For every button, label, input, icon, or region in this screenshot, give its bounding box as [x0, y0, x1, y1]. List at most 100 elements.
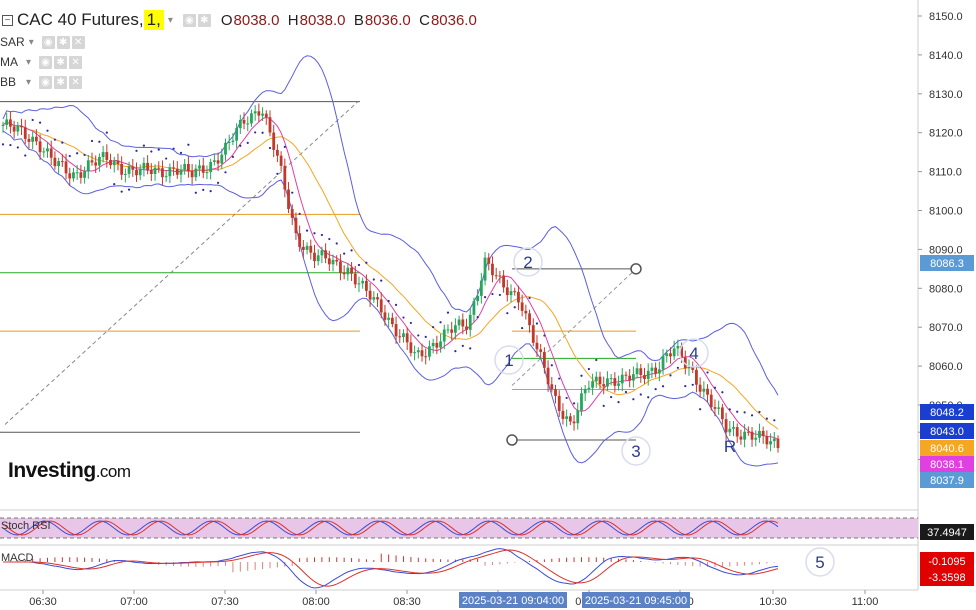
investing-logo: Investing.com [8, 459, 131, 483]
stoch-rsi-label[interactable]: Stoch RSI [1, 520, 51, 532]
candle-body [398, 336, 402, 338]
candle-body [235, 128, 239, 141]
interval-badge[interactable]: 1, [143, 10, 164, 30]
candle-body [724, 419, 728, 433]
sar-dot [587, 367, 590, 371]
eye-icon[interactable]: ◉ [41, 35, 55, 49]
sar-dot [9, 143, 12, 147]
sar-dot [76, 152, 79, 155]
macd-value: -0.1095 [928, 556, 965, 568]
indicator-sar[interactable]: SAR ▾ ◉ ✱ ✕ [0, 35, 85, 49]
open-key: O [220, 11, 233, 29]
eye-icon[interactable]: ◉ [182, 13, 196, 27]
candle-body [168, 167, 172, 177]
price-flag-label: 8038.1 [930, 459, 964, 471]
sar-dot [224, 171, 227, 174]
wave-label-R: R [724, 437, 736, 456]
candle-body [698, 384, 702, 392]
settings-icon[interactable]: ✱ [197, 13, 211, 27]
chevron-down-icon[interactable]: ▾ [26, 77, 31, 88]
settings-icon[interactable]: ✱ [54, 55, 68, 69]
candle-body [405, 333, 409, 343]
x-tick-label: 10:30 [759, 596, 787, 608]
y-tick-label: 8090.0 [929, 244, 963, 256]
open-value: 8038.0 [233, 11, 280, 29]
candle-body [283, 165, 287, 190]
settings-icon[interactable]: ✱ [54, 75, 68, 89]
sar-dot [765, 417, 768, 420]
collapse-legend-icon[interactable]: − [2, 14, 13, 26]
sar-dot [268, 146, 272, 150]
candle-body [290, 208, 294, 218]
y-tick-label: 8080.0 [929, 283, 963, 295]
chevron-down-icon[interactable]: ▾ [29, 37, 34, 48]
sar-dot [417, 334, 420, 337]
bid-value: 8036.0 [364, 11, 411, 29]
price-chart[interactable]: 8150.0 8140.0 8130.0 8120.0 8110.0 8100.0 8090… [0, 0, 976, 610]
candle-body [758, 430, 761, 438]
candle-body [717, 407, 721, 409]
candle-body [428, 346, 431, 357]
candle-body [531, 325, 535, 343]
candle-body [175, 168, 179, 175]
sar-dot [654, 388, 657, 391]
candle-body [483, 257, 487, 281]
sar-dot [706, 371, 709, 374]
candle-body [528, 313, 531, 326]
indicator-ma[interactable]: MA ▾ ◉ ✱ ✕ [0, 55, 83, 69]
candle-body [746, 431, 750, 433]
candle-body [142, 162, 146, 169]
candle-body [164, 176, 168, 178]
chevron-down-icon[interactable]: ▾ [26, 57, 31, 68]
eye-icon[interactable]: ◉ [39, 55, 53, 69]
candle-body [706, 388, 709, 395]
candle-body [60, 161, 64, 163]
sar-dot [328, 237, 331, 241]
sar-dot [446, 311, 450, 314]
sar-dot [750, 414, 754, 417]
sar-dot [736, 410, 739, 413]
candle-body [253, 111, 257, 114]
wave-label-3: 3 [631, 442, 640, 461]
eye-icon[interactable]: ◉ [39, 75, 53, 89]
sar-dot [632, 398, 635, 401]
candle-body [335, 259, 339, 262]
sar-dot [565, 396, 568, 400]
sar-dot [216, 181, 220, 184]
candle-body [546, 367, 550, 385]
macd-label[interactable]: MACD [1, 552, 33, 564]
candle-body [112, 160, 116, 166]
candle-body [628, 375, 632, 381]
sar-dot [16, 146, 19, 149]
candle-body [94, 162, 98, 166]
candle-body [591, 381, 594, 388]
sar-dot [728, 408, 731, 411]
candle-body [461, 319, 465, 327]
close-icon[interactable]: ✕ [69, 55, 83, 69]
candle-body [201, 165, 205, 173]
sar-dot [209, 190, 212, 193]
sar-dot [172, 147, 175, 150]
symbol-title[interactable]: CAC 40 Futures [17, 10, 139, 30]
close-icon[interactable]: ✕ [69, 75, 83, 89]
candle-body [361, 280, 365, 284]
close-icon[interactable]: ✕ [71, 35, 85, 49]
sar-dot [528, 296, 531, 300]
candle-body [635, 368, 639, 375]
y-tick-label: 8130.0 [929, 89, 963, 101]
x-tick-label: 07:00 [120, 596, 148, 608]
candle-body [505, 287, 509, 296]
candle-body [316, 255, 320, 262]
settings-icon[interactable]: ✱ [56, 35, 70, 49]
candle-body [276, 149, 279, 156]
chevron-down-icon[interactable]: ▾ [168, 15, 173, 26]
candle-body [376, 297, 379, 300]
candle-body [190, 171, 194, 178]
x-tick-label: 08:30 [393, 596, 421, 608]
sar-dot [491, 292, 494, 296]
candle-body [498, 275, 502, 277]
candle-body [294, 217, 298, 234]
indicator-bb[interactable]: BB ▾ ◉ ✱ ✕ [0, 75, 83, 89]
sar-dot [150, 150, 153, 153]
candle-body [709, 394, 713, 408]
